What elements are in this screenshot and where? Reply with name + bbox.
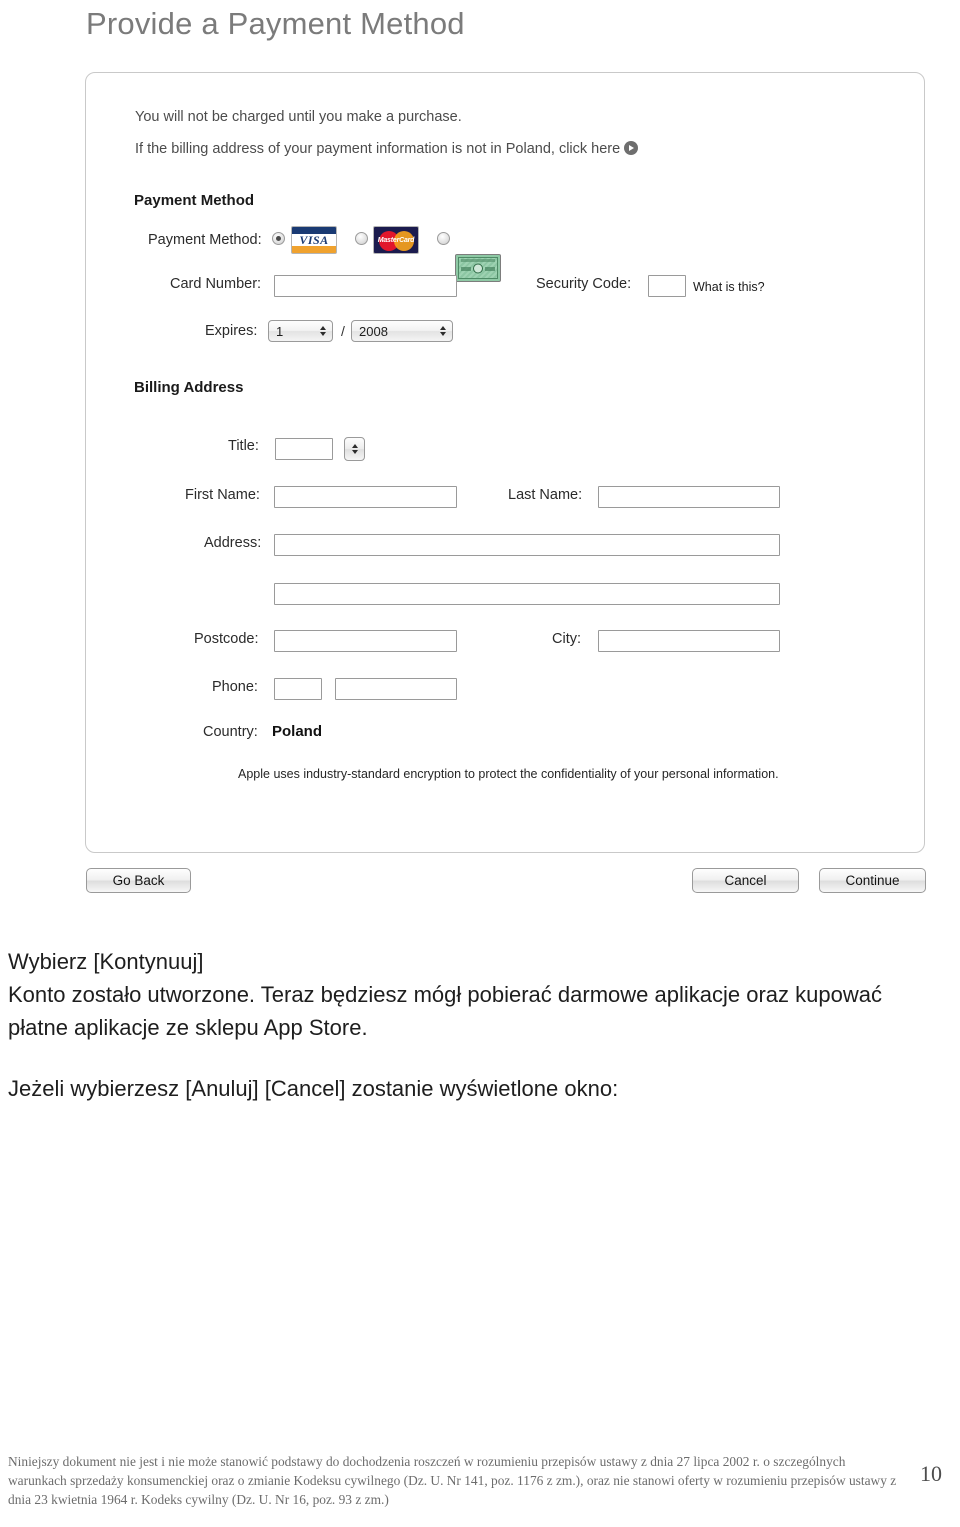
address-line1-input[interactable] [274, 534, 780, 556]
country-label: Country: [203, 724, 258, 740]
last-name-label: Last Name: [508, 487, 583, 503]
instructions-followup: Jeżeli wybierzesz [Anuluj] [Cancel] zost… [8, 1076, 619, 1101]
what-is-this-link[interactable]: What is this? [693, 280, 765, 294]
payment-method-heading: Payment Method [134, 192, 255, 209]
security-code-input[interactable] [648, 275, 686, 297]
expires-year-value: 2008 [359, 323, 388, 339]
continue-button[interactable]: Continue [819, 868, 926, 893]
instructions-heading: Wybierz [Kontynuuj] [8, 949, 204, 974]
visa-card-icon[interactable]: VISA [291, 226, 337, 254]
billing-country-notice: If the billing address of your payment i… [135, 141, 639, 157]
no-charge-notice: You will not be charged until you make a… [135, 109, 462, 125]
payment-method-label: Payment Method: [148, 232, 262, 248]
city-label: City: [552, 631, 581, 647]
billing-country-notice-text: If the billing address of your payment i… [135, 141, 621, 157]
card-number-label: Card Number: [170, 276, 262, 292]
stepper-arrows-icon [438, 321, 452, 341]
expires-separator: / [341, 323, 345, 339]
expires-month-value: 1 [276, 323, 284, 339]
card-number-input[interactable] [274, 275, 457, 297]
title-input[interactable] [275, 438, 333, 460]
radio-gift-certificate[interactable] [437, 232, 450, 245]
expires-month-select[interactable]: 1 [268, 320, 333, 342]
payment-method-screenshot: Provide a Payment Method You will not be… [0, 0, 960, 930]
security-code-label: Security Code: [536, 276, 632, 292]
legal-disclaimer: Niniejszy dokument nie jest i nie może s… [8, 1454, 897, 1507]
city-input[interactable] [598, 630, 780, 652]
stepper-arrows-icon [318, 321, 332, 341]
address-label: Address: [204, 535, 262, 551]
go-back-button[interactable]: Go Back [86, 868, 191, 893]
phone-number-input[interactable] [335, 678, 457, 700]
radio-visa[interactable] [272, 232, 285, 245]
page-title: Provide a Payment Method [86, 6, 465, 41]
encryption-note: Apple uses industry-standard encryption … [238, 767, 779, 781]
first-name-input[interactable] [274, 486, 457, 508]
address-line2-input[interactable] [274, 583, 780, 605]
phone-label: Phone: [212, 679, 258, 695]
title-label: Title: [228, 438, 259, 454]
last-name-input[interactable] [598, 486, 780, 508]
country-value: Poland [272, 723, 323, 740]
phone-area-input[interactable] [274, 678, 322, 700]
postcode-label: Postcode: [194, 631, 259, 647]
billing-address-heading: Billing Address [134, 379, 244, 396]
gift-certificate-icon[interactable] [455, 254, 501, 282]
postcode-input[interactable] [274, 630, 457, 652]
page-number: 10 [920, 1461, 942, 1486]
instructions-block: Wybierz [Kontynuuj] Konto zostało utworz… [8, 945, 938, 1105]
expires-year-select[interactable]: 2008 [351, 320, 453, 342]
radio-mastercard[interactable] [355, 232, 368, 245]
title-stepper-button[interactable] [344, 437, 365, 461]
cancel-button[interactable]: Cancel [692, 868, 799, 893]
expires-label: Expires: [205, 323, 258, 339]
instructions-paragraph: Konto zostało utworzone. Teraz będziesz … [8, 982, 882, 1040]
first-name-label: First Name: [185, 487, 260, 503]
arrow-right-circle-icon[interactable] [624, 141, 639, 155]
mastercard-icon[interactable]: MasterCard [373, 226, 419, 254]
